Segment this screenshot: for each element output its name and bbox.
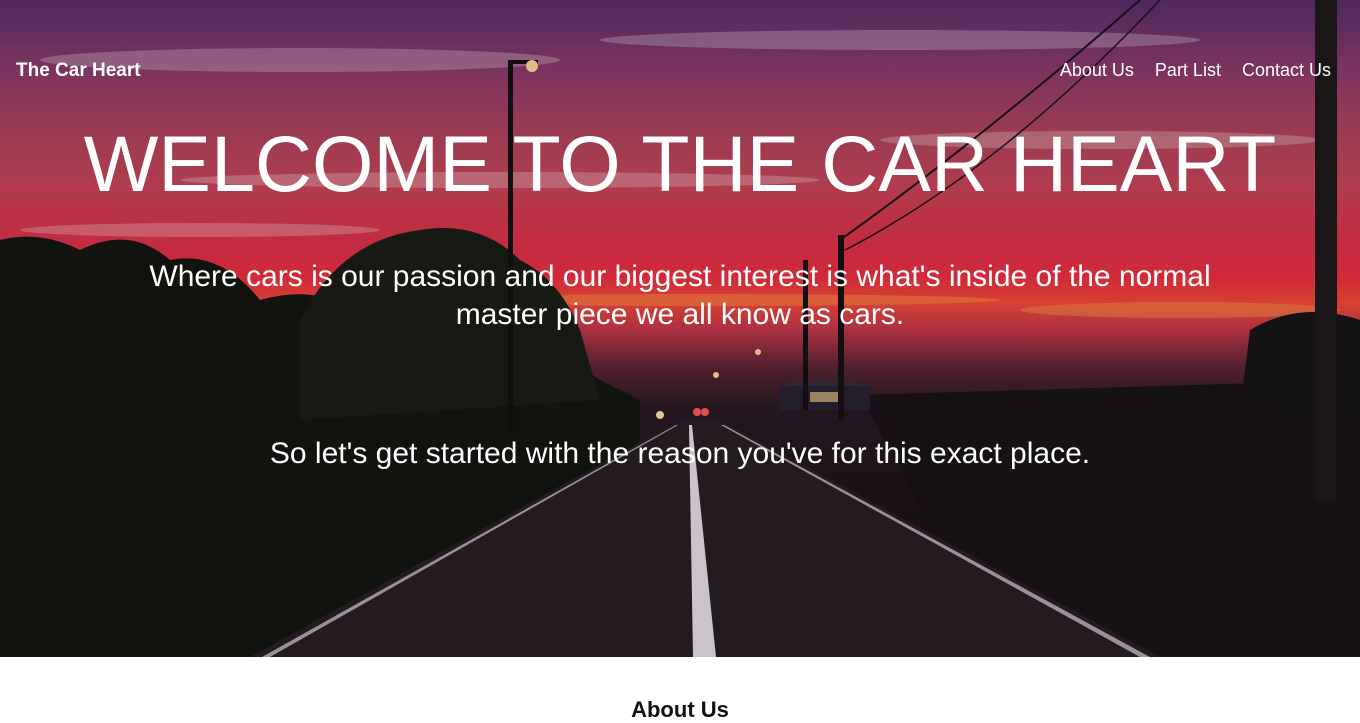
nav-link-part-list[interactable]: Part List — [1155, 60, 1221, 81]
hero-section: The Car Heart About Us Part List Contact… — [0, 0, 1360, 657]
main-nav: About Us Part List Contact Us — [1060, 60, 1331, 81]
brand-logo-text[interactable]: The Car Heart — [16, 60, 141, 82]
hero-subtitle: Where cars is our passion and our bigges… — [149, 260, 1211, 331]
hero-cta-text: So let's get started with the reason you… — [269, 437, 1091, 470]
about-us-heading: About Us — [631, 697, 729, 722]
nav-link-about-us[interactable]: About Us — [1060, 60, 1134, 81]
nav-link-contact-us[interactable]: Contact Us — [1242, 60, 1331, 81]
hero-title: WELCOME TO THE CAR HEART — [83, 119, 1277, 208]
